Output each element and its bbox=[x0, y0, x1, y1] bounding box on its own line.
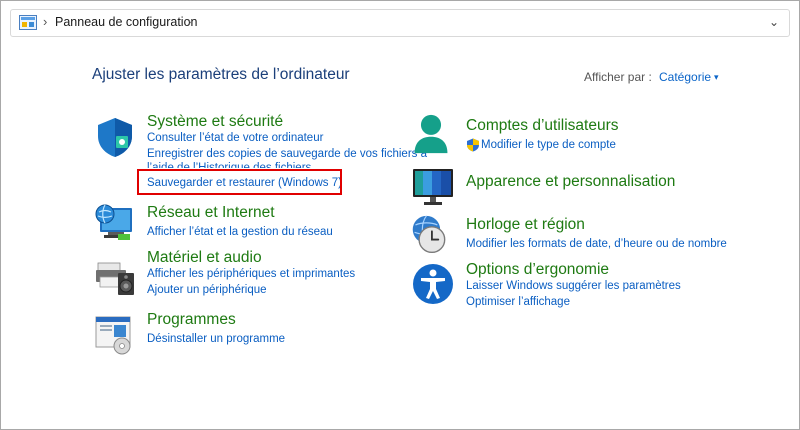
breadcrumb-chevron-icon[interactable]: › bbox=[43, 14, 47, 29]
link-file-history[interactable]: Enregistrer des copies de sauvegarde de … bbox=[147, 148, 427, 160]
page-title: Ajuster les paramètres de l’ordinateur bbox=[92, 66, 350, 83]
link-change-account-type[interactable]: Modifier le type de compte bbox=[481, 139, 616, 151]
appearance-title[interactable]: Apparence et personnalisation bbox=[466, 173, 675, 191]
link-date-time-formats[interactable]: Modifier les formats de date, d’heure ou… bbox=[466, 238, 727, 250]
link-check-status[interactable]: Consulter l’état de votre ordinateur bbox=[147, 132, 323, 144]
view-by-label: Afficher par : bbox=[584, 70, 652, 84]
programs-icon bbox=[95, 316, 131, 355]
control-panel-icon bbox=[19, 15, 37, 30]
network-globe-icon bbox=[95, 204, 132, 240]
control-panel-window: › Panneau de configuration › ⌄ Ajuster l… bbox=[0, 0, 800, 430]
breadcrumb-chevron-icon[interactable]: › bbox=[187, 14, 191, 29]
uac-shield-icon bbox=[467, 138, 479, 152]
view-by-dropdown[interactable]: Catégorie ▾ bbox=[659, 70, 719, 84]
user-account-icon bbox=[414, 114, 448, 154]
user-accounts-title[interactable]: Comptes d’utilisateurs bbox=[466, 117, 618, 135]
programs-title[interactable]: Programmes bbox=[147, 311, 236, 329]
clock-region-title[interactable]: Horloge et région bbox=[466, 216, 585, 234]
ease-of-access-title[interactable]: Options d’ergonomie bbox=[466, 261, 609, 279]
printer-speaker-icon bbox=[96, 262, 134, 295]
clock-globe-icon bbox=[412, 215, 446, 254]
highlight-box bbox=[137, 169, 342, 195]
address-dropdown-icon[interactable]: ⌄ bbox=[769, 15, 779, 29]
link-add-device[interactable]: Ajouter un périphérique bbox=[147, 284, 267, 296]
breadcrumb-control-panel[interactable]: Panneau de configuration bbox=[55, 15, 197, 29]
link-suggest-settings[interactable]: Laisser Windows suggérer les paramètres bbox=[466, 280, 681, 292]
view-by-value: Catégorie bbox=[659, 70, 712, 84]
dropdown-arrow-icon: ▾ bbox=[714, 72, 719, 82]
link-network-status[interactable]: Afficher l’état et la gestion du réseau bbox=[147, 226, 333, 238]
shield-icon bbox=[98, 118, 132, 157]
address-bar[interactable]: › Panneau de configuration › ⌄ bbox=[10, 9, 790, 37]
appearance-monitor-icon bbox=[413, 169, 453, 205]
link-uninstall-program[interactable]: Désinstaller un programme bbox=[147, 333, 285, 345]
link-devices-printers[interactable]: Afficher les périphériques et imprimante… bbox=[147, 268, 355, 280]
hardware-sound-title[interactable]: Matériel et audio bbox=[147, 249, 262, 267]
ease-of-access-icon bbox=[413, 264, 453, 304]
link-optimize-display[interactable]: Optimiser l’affichage bbox=[466, 296, 570, 308]
network-internet-title[interactable]: Réseau et Internet bbox=[147, 204, 275, 222]
system-security-title[interactable]: Système et sécurité bbox=[147, 113, 283, 131]
